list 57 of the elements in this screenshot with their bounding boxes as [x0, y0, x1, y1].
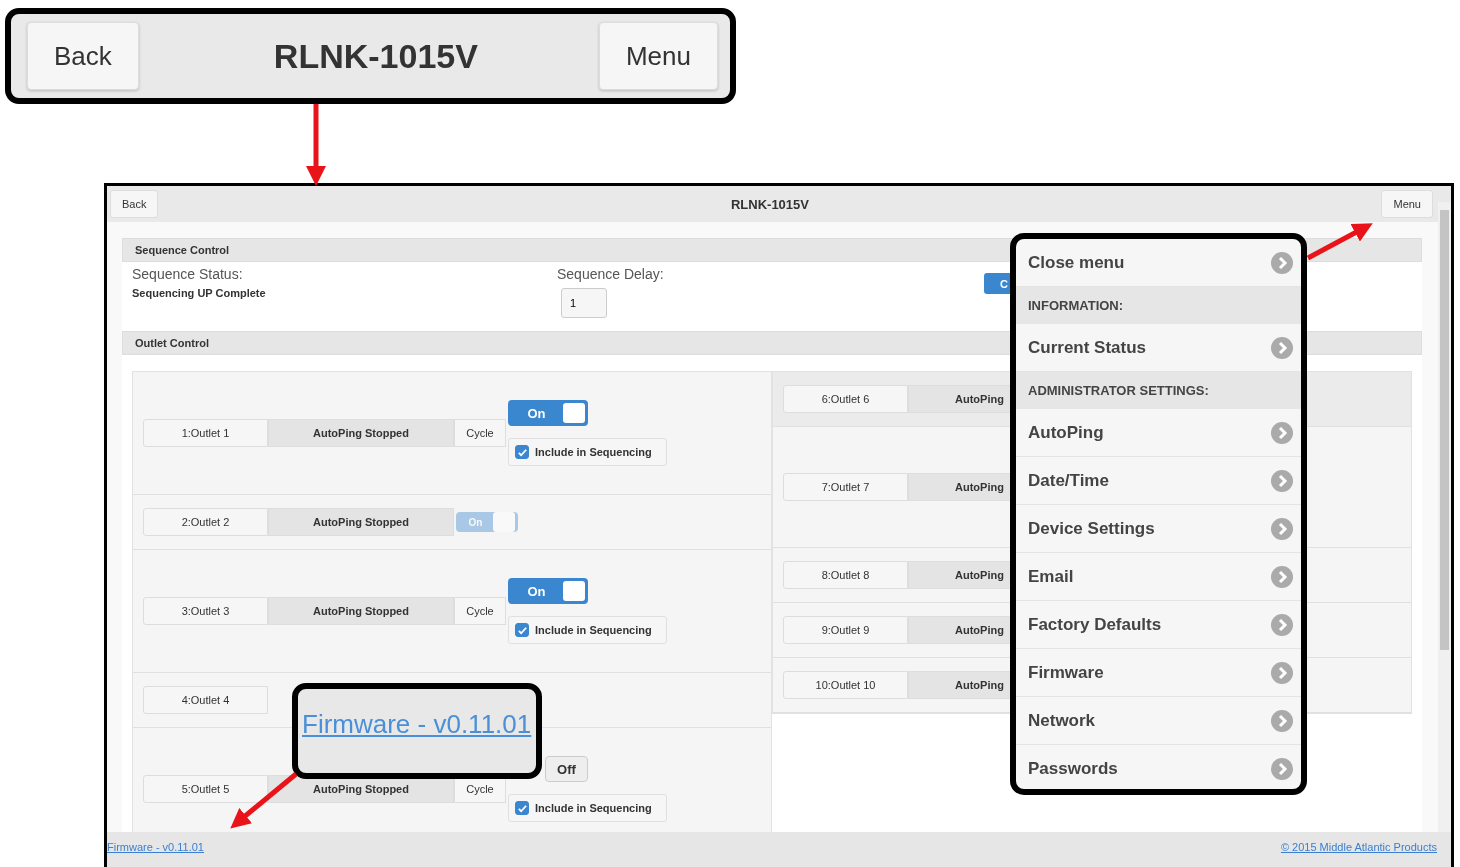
menu-heading: ADMINISTRATOR SETTINGS:	[1016, 372, 1301, 409]
checkmark-icon	[516, 446, 528, 458]
menu-item[interactable]: Network	[1016, 697, 1301, 745]
outlet-name-button[interactable]: 3:Outlet 3	[143, 597, 268, 625]
sequence-delay-label: Sequence Delay:	[557, 266, 665, 282]
menu-heading: INFORMATION:	[1016, 287, 1301, 324]
chevron-right-icon	[1271, 251, 1293, 274]
outlet-name-button[interactable]: 5:Outlet 5	[143, 775, 268, 803]
autoping-status: AutoPing Stopped	[268, 597, 454, 625]
cycle-button[interactable]: Cycle	[454, 597, 506, 625]
outlet-name-button[interactable]: 7:Outlet 7	[783, 473, 908, 501]
chevron-right-icon	[1271, 661, 1293, 684]
menu-item[interactable]: Passwords	[1016, 745, 1301, 789]
menu-button[interactable]: Menu	[598, 22, 718, 90]
include-checkbox[interactable]: Include in Sequencing	[508, 794, 667, 822]
menu-item[interactable]: Date/Time	[1016, 457, 1301, 505]
scrollbar[interactable]	[1438, 202, 1451, 832]
chevron-right-icon	[1271, 709, 1293, 732]
outlet-name-button[interactable]: 8:Outlet 8	[783, 561, 908, 589]
power-toggle[interactable]: On	[508, 400, 588, 426]
include-checkbox[interactable]: Include in Sequencing	[508, 616, 667, 644]
outlet-name-button[interactable]: 2:Outlet 2	[143, 508, 268, 536]
arrow	[1306, 223, 1373, 261]
device-title: RLNK-1015V	[730, 196, 809, 212]
autoping-status: AutoPing Stopped	[268, 508, 454, 536]
sequence-delay-field[interactable]: 1	[561, 288, 607, 318]
power-toggle[interactable]: Off	[545, 756, 588, 782]
chevron-right-icon	[1271, 421, 1293, 444]
outlet-name-button[interactable]: 10:Outlet 10	[783, 671, 908, 699]
outlet-name-button[interactable]: 4:Outlet 4	[143, 686, 268, 714]
chevron-right-icon	[1271, 517, 1293, 540]
menu-item[interactable]: Factory Defaults	[1016, 601, 1301, 649]
menu-item[interactable]: AutoPing	[1016, 409, 1301, 457]
chevron-right-icon	[1271, 613, 1293, 636]
outlet-name-button[interactable]: 1:Outlet 1	[143, 419, 268, 447]
sequence-status-label: Sequence Status:	[132, 266, 244, 282]
checkmark-icon	[516, 802, 528, 814]
outlet-name-button[interactable]: 6:Outlet 6	[783, 385, 908, 413]
chevron-right-icon	[1271, 565, 1293, 588]
chevron-right-icon	[1271, 469, 1293, 492]
include-checkbox[interactable]: Include in Sequencing	[508, 438, 667, 466]
back-button[interactable]: Back	[27, 22, 139, 90]
autoping-status: AutoPing Stopped	[268, 419, 454, 447]
cycle-button[interactable]: Cycle	[454, 419, 506, 447]
menu-item[interactable]: Firmware	[1016, 649, 1301, 697]
menu-button[interactable]: Menu	[1381, 190, 1433, 218]
device-title: RLNK-1015V	[273, 36, 478, 76]
power-toggle[interactable]: On	[508, 578, 588, 604]
chevron-right-icon	[1271, 336, 1293, 359]
menu-item[interactable]: Email	[1016, 553, 1301, 601]
outlet-name-button[interactable]: 9:Outlet 9	[783, 616, 908, 644]
chevron-right-icon	[1271, 757, 1293, 780]
back-button[interactable]: Back	[110, 190, 159, 218]
arrow	[230, 772, 298, 829]
menu-item[interactable]: Device Settings	[1016, 505, 1301, 553]
checkmark-icon	[516, 624, 528, 636]
sequence-status: Sequencing UP Complete	[132, 287, 267, 299]
